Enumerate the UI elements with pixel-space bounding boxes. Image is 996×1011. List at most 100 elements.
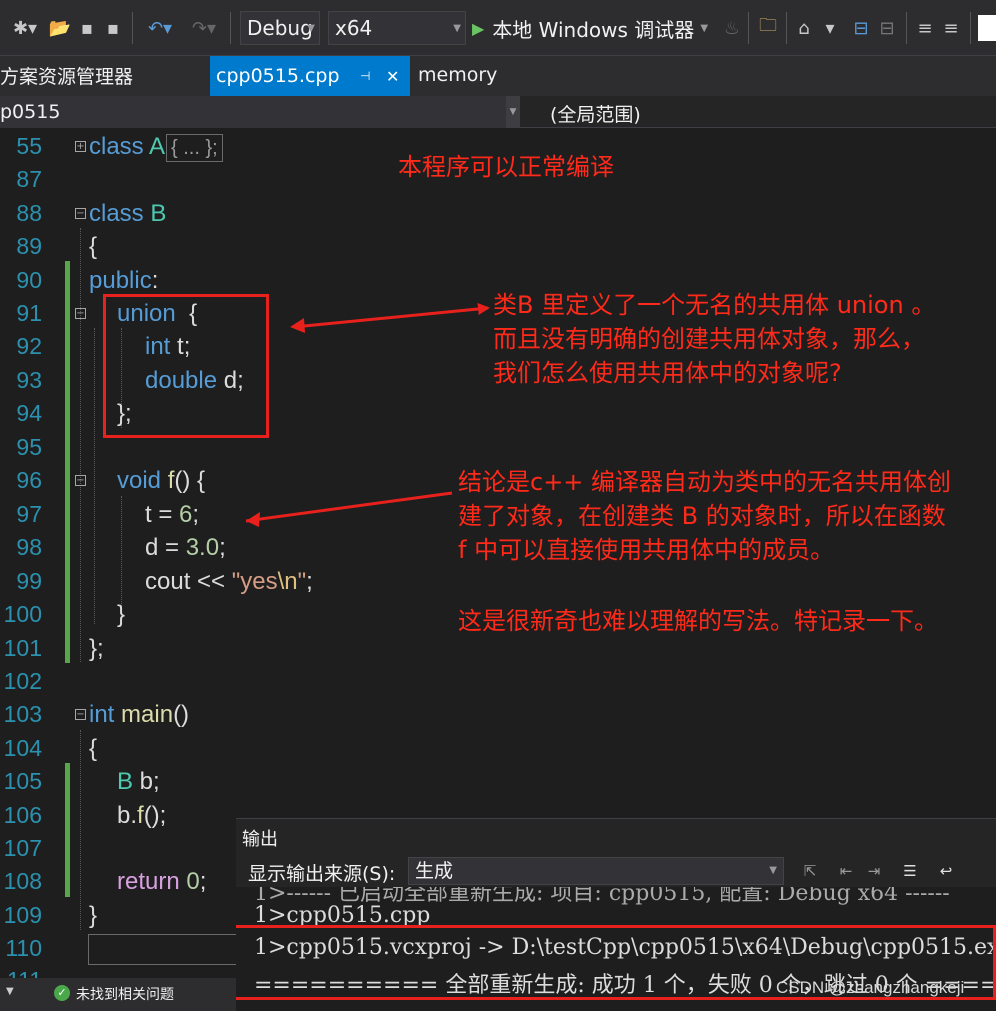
bookmark-icon[interactable]: ⊟: [850, 14, 872, 42]
line-number: 91: [16, 300, 42, 326]
chevron-down-icon: ▼: [307, 22, 315, 34]
line-number: 55: [16, 133, 42, 159]
run-label: 本地 Windows 调试器: [492, 17, 695, 42]
line-number: 110: [5, 935, 42, 961]
platform-value: x64: [335, 16, 373, 40]
toolbar-separator: [230, 12, 231, 44]
issues-status[interactable]: 未找到相关问题: [76, 984, 174, 1004]
check-icon: ✓: [54, 985, 70, 1001]
conclusion-line: 建了对象，在创建类 B 的对象时，所以在函数: [458, 502, 946, 530]
configuration-select[interactable]: Debug ▼: [240, 11, 320, 45]
code-text: };: [89, 635, 104, 662]
line-number: 92: [16, 333, 42, 359]
configuration-value: Debug: [247, 16, 313, 40]
code-text: {: [89, 233, 98, 260]
new-item-icon[interactable]: ✱▾: [8, 14, 42, 42]
code-text: return 0;: [117, 868, 207, 895]
toolbar-separator: [906, 12, 907, 44]
watermark: CSDN @zhangzhangkeji: [776, 978, 965, 997]
code-text: b.f();: [117, 802, 167, 829]
undo-icon[interactable]: ↶▾: [140, 14, 180, 42]
collapse-icon[interactable]: −: [75, 308, 86, 319]
save-all-icon[interactable]: ▪: [102, 14, 124, 42]
code-line: 103 − int main(): [0, 698, 996, 731]
line-number: 101: [3, 635, 42, 661]
conclusion-line: 结论是c++ 编译器自动为类中的无名共用体创: [458, 468, 952, 496]
line-number: 99: [16, 568, 42, 594]
code-text: cout << "yes\n";: [145, 568, 313, 595]
redo-icon[interactable]: ↷▾: [184, 14, 224, 42]
word-wrap-icon[interactable]: ↩: [934, 859, 958, 883]
toolbar-separator: [748, 12, 749, 44]
output-source-select[interactable]: 生成 ▼: [408, 857, 784, 885]
goto-location-icon[interactable]: ⇱: [798, 859, 822, 883]
code-line: 102: [0, 665, 996, 698]
project-name: p0515: [0, 101, 61, 123]
line-number: 89: [16, 233, 42, 259]
screenshot-icon[interactable]: ⌂: [792, 14, 816, 42]
chevron-down-icon: ▼: [700, 22, 709, 34]
document-tabs: 方案资源管理器 cpp0515.cpp ⊣ ✕ memory: [0, 56, 996, 152]
code-line: 89 {: [0, 230, 996, 263]
previous-message-icon[interactable]: ⇤: [834, 859, 858, 883]
overflow-icon[interactable]: [978, 15, 996, 41]
code-text: int main(): [89, 701, 190, 728]
hot-reload-icon[interactable]: ♨: [722, 14, 742, 42]
next-message-icon[interactable]: ⇥: [862, 859, 886, 883]
find-in-files-icon[interactable]: 🗀: [756, 14, 780, 42]
code-text: t = 6;: [145, 501, 200, 528]
chevron-down-icon[interactable]: ▼: [506, 96, 520, 128]
question-line: 而且没有明确的创建共用体对象，那么，: [493, 325, 925, 353]
collapse-icon[interactable]: −: [75, 709, 86, 720]
platform-select[interactable]: x64 ▼: [328, 11, 466, 45]
remark-note: 这是很新奇也难以理解的写法。特记录一下。: [458, 607, 938, 635]
save-icon[interactable]: ▪: [76, 14, 98, 42]
conclusion-line: f 中可以直接使用共用体中的成员。: [458, 536, 835, 564]
line-number: 105: [3, 768, 42, 794]
close-icon[interactable]: ✕: [386, 67, 399, 86]
tab-cpp0515[interactable]: cpp0515.cpp ⊣ ✕: [210, 56, 410, 96]
tab-solution-explorer[interactable]: 方案资源管理器: [0, 62, 133, 89]
line-number: 96: [16, 467, 42, 493]
expand-icon[interactable]: +: [75, 141, 86, 152]
dropdown-icon[interactable]: ▾: [820, 14, 840, 42]
toolbar-separator: [970, 12, 971, 44]
code-text: B b;: [117, 768, 160, 795]
project-dropdown[interactable]: p0515: [0, 96, 520, 128]
play-icon: ▶: [472, 18, 485, 38]
collapse-icon[interactable]: −: [75, 475, 86, 486]
compile-note: 本程序可以正常编译: [398, 153, 614, 181]
conclusion-note: 结论是c++ 编译器自动为类中的无名共用体创 建了对象，在创建类 B 的对象时，…: [458, 465, 951, 567]
line-number: 97: [16, 501, 42, 527]
chevron-down-icon: ▼: [453, 22, 461, 34]
line-number: 107: [3, 835, 42, 861]
bookmark-next-icon[interactable]: ⊟: [876, 14, 898, 42]
chevron-down-icon[interactable]: ▼: [6, 986, 14, 997]
line-number: 106: [3, 802, 42, 828]
line-number: 90: [16, 267, 42, 293]
line-number: 95: [16, 434, 42, 460]
current-line-highlight: [88, 934, 238, 965]
code-text: {: [89, 735, 98, 762]
navigation-bar: p0515 ▼ (全局范围): [0, 96, 996, 128]
code-text: public:: [89, 267, 159, 294]
line-number: 94: [16, 400, 42, 426]
comment-icon[interactable]: ≡: [914, 14, 936, 42]
open-folder-icon[interactable]: 📂: [48, 14, 72, 42]
scope-dropdown[interactable]: (全局范围): [550, 100, 641, 127]
line-number: 102: [3, 668, 42, 694]
collapsed-region[interactable]: { ... };: [166, 134, 223, 162]
toolbar: ✱▾ 📂 ▪ ▪ ↶▾ ↷▾ Debug ▼ x64 ▼ ▶ 本地 Window…: [0, 0, 996, 56]
tab-memory[interactable]: memory: [418, 64, 497, 86]
start-debugger-button[interactable]: ▶ 本地 Windows 调试器 ▼: [472, 11, 708, 45]
output-source-value: 生成: [415, 860, 454, 882]
clear-all-icon[interactable]: ☰: [898, 859, 922, 883]
uncomment-icon[interactable]: ≡: [940, 14, 962, 42]
line-number: 108: [3, 868, 42, 894]
question-note: 类B 里定义了一个无名的共用体 union 。 而且没有明确的创建共用体对象，那…: [493, 288, 935, 390]
collapse-icon[interactable]: −: [75, 208, 86, 219]
status-bar: ▼ ✓ 未找到相关问题: [0, 978, 236, 1011]
line-number: 104: [3, 735, 42, 761]
pin-icon[interactable]: ⊣: [360, 69, 370, 83]
line-number: 98: [16, 534, 42, 560]
